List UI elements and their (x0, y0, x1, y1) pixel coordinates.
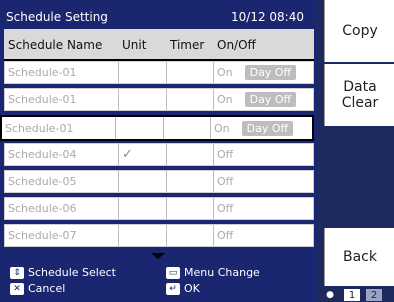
check-icon: ✓ (122, 147, 133, 162)
page-2[interactable]: 2 (366, 289, 382, 301)
pager: ● 1 2 (318, 288, 394, 302)
menu-icon: ▭ (166, 266, 180, 279)
schedule-name: Schedule-01 (2, 117, 116, 139)
unit-cell (119, 89, 167, 110)
hint-menu-label: Menu Change (184, 266, 260, 279)
page-1[interactable]: 1 (344, 289, 360, 301)
back-label: Back (343, 249, 377, 265)
hint-ok-label: OK (184, 282, 200, 295)
timer-cell (167, 225, 214, 246)
back-button[interactable]: Back (324, 228, 394, 286)
unit-cell (119, 225, 167, 246)
hint-select-label: Schedule Select (28, 266, 116, 279)
schedule-panel: Schedule Setting 10/12 08:40 Schedule Na… (0, 0, 318, 302)
schedule-name: Schedule-06 (5, 198, 119, 219)
table-row-selected[interactable]: Schedule-01 On Day Off (0, 115, 314, 141)
data-label: Data (343, 79, 377, 95)
table-row[interactable]: Schedule-07 Off (4, 224, 314, 247)
data-clear-button[interactable]: Data Clear (324, 64, 394, 126)
schedule-name: Schedule-01 (5, 89, 119, 110)
onoff-cell: Off (217, 229, 234, 242)
col-header-onoff: On/Off (217, 38, 256, 52)
day-off-badge: Day Off (244, 65, 297, 80)
hint-menu: ▭ Menu Change (166, 266, 260, 279)
clock: 10/12 08:40 (231, 10, 304, 24)
schedule-name: Schedule-01 (5, 62, 119, 83)
onoff-cell: On Day Off (214, 89, 314, 110)
table-row[interactable]: Schedule-05 Off (4, 170, 314, 193)
state-text: On (217, 66, 233, 79)
table-row[interactable]: Schedule-04 ✓ Off (4, 143, 314, 166)
timer-cell (167, 89, 214, 110)
timer-cell (164, 117, 211, 139)
enter-icon: ↵ (166, 282, 180, 295)
onoff-cell: Off (217, 148, 234, 161)
side-buttons: Copy Data Clear Back (318, 0, 394, 302)
timer-cell (167, 62, 214, 83)
onoff-cell: On Day Off (211, 117, 311, 139)
table-row[interactable]: Schedule-06 Off (4, 197, 314, 220)
schedule-name: Schedule-07 (5, 225, 119, 246)
title-bar: Schedule Setting 10/12 08:40 (4, 2, 314, 29)
up-down-icon: ⇕ (10, 266, 24, 279)
unit-cell: ✓ (119, 144, 167, 165)
page-icon: ● (326, 290, 334, 300)
clear-label: Clear (341, 95, 379, 111)
copy-label: Copy (342, 23, 378, 39)
hint-select: ⇕ Schedule Select (10, 266, 116, 279)
unit-cell (116, 117, 164, 139)
hint-ok: ↵ OK (166, 282, 200, 295)
unit-cell (119, 171, 167, 192)
onoff-cell: On Day Off (214, 62, 314, 83)
col-header-timer: Timer (170, 38, 205, 52)
cancel-icon: ✕ (10, 282, 24, 295)
col-header-name: Schedule Name (8, 38, 103, 52)
footer-hints: ⇕ Schedule Select ✕ Cancel ▭ Menu Change… (0, 262, 318, 302)
scroll-down-icon[interactable] (151, 253, 165, 259)
day-off-badge: Day Off (241, 120, 294, 136)
onoff-cell: Off (217, 175, 234, 188)
timer-cell (167, 171, 214, 192)
col-header-unit: Unit (122, 38, 147, 52)
timer-cell (167, 198, 214, 219)
schedule-name: Schedule-04 (5, 144, 119, 165)
state-text: On (214, 121, 230, 135)
unit-cell (119, 198, 167, 219)
onoff-cell: Off (217, 202, 234, 215)
state-text: On (217, 93, 233, 106)
table-row[interactable]: Schedule-01 On Day Off (4, 88, 314, 111)
timer-cell (167, 144, 214, 165)
table-row[interactable]: Schedule-01 On Day Off (4, 61, 314, 84)
schedule-name: Schedule-05 (5, 171, 119, 192)
day-off-badge: Day Off (244, 92, 297, 107)
table-header: Schedule Name Unit Timer On/Off (4, 29, 314, 61)
copy-button[interactable]: Copy (324, 0, 394, 62)
window-title: Schedule Setting (6, 10, 108, 24)
unit-cell (119, 62, 167, 83)
schedule-list: Schedule-01 On Day Off Schedule-01 On Day … (0, 61, 314, 251)
hint-cancel-label: Cancel (28, 282, 66, 295)
hint-cancel: ✕ Cancel (10, 282, 65, 295)
